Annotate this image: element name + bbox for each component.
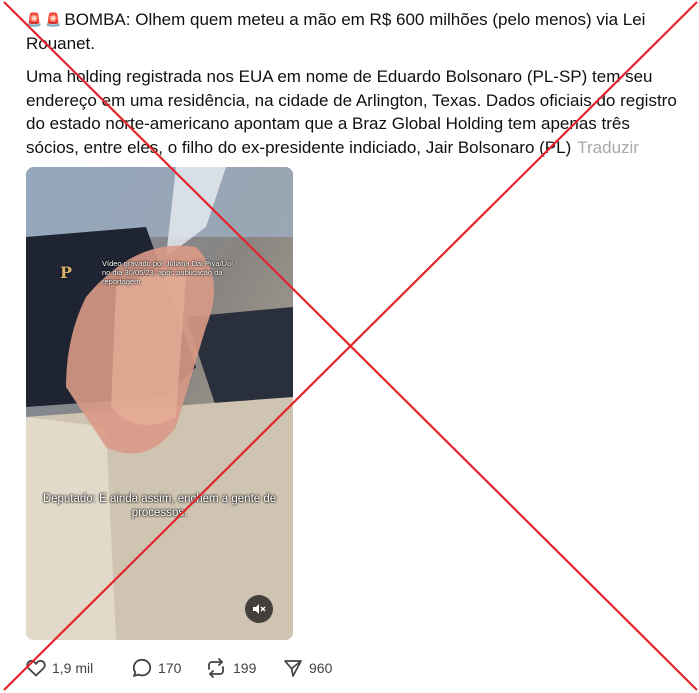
comment-icon: [132, 658, 152, 677]
headline-text: BOMBA: Olhem quem meteu a mão em R$ 600 …: [26, 10, 646, 53]
translate-link[interactable]: Traduzir: [577, 138, 639, 157]
repost-count: 199: [233, 660, 257, 676]
share-count: 960: [309, 660, 333, 676]
mute-button[interactable]: [245, 595, 273, 623]
repost-button[interactable]: 199: [205, 658, 283, 678]
reply-button[interactable]: 170: [132, 658, 205, 678]
video-watermark-logo: P: [60, 263, 73, 282]
send-icon: [284, 660, 302, 677]
repost-icon: [208, 658, 224, 678]
police-light-icon: 🚨: [26, 12, 43, 27]
post-body: Uma holding registrada nos EUA em nome d…: [26, 65, 686, 159]
video-frame: [26, 167, 293, 640]
police-light-icon: 🚨: [45, 12, 62, 27]
share-button[interactable]: 960: [283, 658, 332, 678]
video-caption-bottom: Deputado: E ainda assim, enchem a gente …: [42, 493, 277, 519]
post-headline: 🚨 🚨 BOMBA: Olhem quem meteu a mão em R$ 60…: [26, 8, 686, 55]
like-button[interactable]: 1,9 mil: [26, 659, 132, 677]
muted-speaker-icon: [253, 604, 266, 614]
heart-icon: [26, 659, 46, 677]
video-player[interactable]: P Vídeo gravado por Juliana Dal Piva/Uol…: [26, 167, 293, 640]
like-count: 1,9 mil: [52, 660, 94, 676]
video-caption-top: Vídeo gravado por Juliana Dal Piva/Uol n…: [102, 259, 233, 286]
action-bar: 1,9 mil 170 199 960: [26, 655, 332, 681]
reply-count: 170: [158, 660, 182, 676]
